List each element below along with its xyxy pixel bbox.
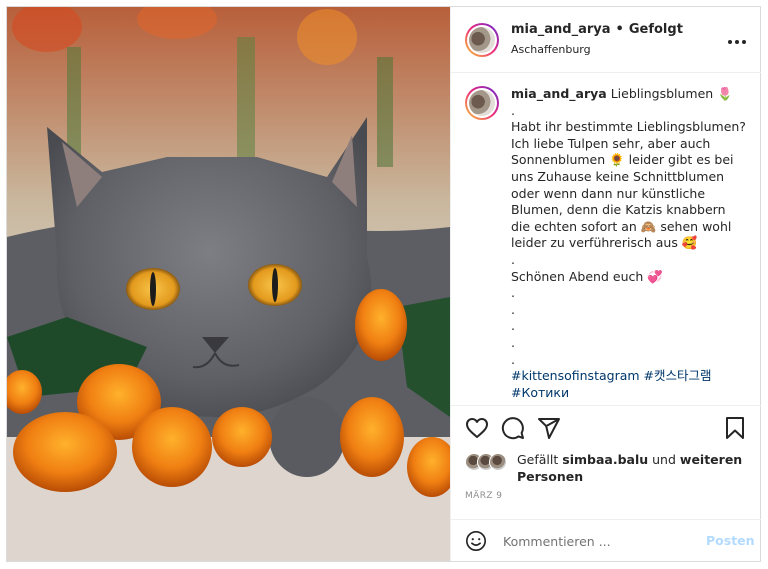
- separator-dot: •: [615, 22, 624, 37]
- hashtag-line: #Котики: [511, 385, 747, 402]
- instagram-post: mia_and_arya • Gefolgt Aschaffenburg mia_a…: [6, 6, 761, 562]
- comment-bar: Posten: [451, 519, 761, 561]
- heart-icon[interactable]: [465, 416, 491, 442]
- more-options-icon[interactable]: [727, 30, 747, 49]
- caption-line: .: [511, 301, 515, 317]
- speech-bubble-icon[interactable]: [501, 416, 527, 442]
- likes-text: Gefällt simbaa.balu und weiteren Persone…: [517, 452, 743, 484]
- post-header: mia_and_arya • Gefolgt Aschaffenburg: [451, 7, 761, 73]
- liker-username-link[interactable]: simbaa.balu: [562, 452, 648, 467]
- caption-line: .: [511, 251, 515, 267]
- cat-with-tulips-photo: [7, 7, 450, 561]
- post-image[interactable]: [7, 7, 450, 561]
- comment-input[interactable]: [503, 530, 683, 552]
- caption-line: .: [511, 285, 515, 301]
- post-comment-button[interactable]: Posten: [706, 533, 755, 548]
- hashtag-line: #kittensofinstagram #캣스타그램: [511, 368, 747, 385]
- hashtag-link[interactable]: #Котики: [511, 385, 569, 400]
- post-sidebar: mia_and_arya • Gefolgt Aschaffenburg mia_a…: [450, 7, 761, 561]
- post-header-user: mia_and_arya • Gefolgt: [511, 22, 683, 37]
- caption-line: Schönen Abend euch 💞: [511, 268, 663, 284]
- hashtag-link[interactable]: #kittensofinstagram: [511, 368, 640, 383]
- caption-line: .: [511, 351, 515, 367]
- caption-line: mia_and_arya Lieblingsblumen 🌷: [511, 86, 733, 101]
- liker-avatars[interactable]: [465, 453, 513, 471]
- caption-line: .: [511, 334, 515, 350]
- smiley-icon[interactable]: [465, 530, 487, 552]
- caption-section: mia_and_arya Lieblingsblumen 🌷 . Habt ih…: [451, 73, 761, 405]
- caption-line: Habt ihr bestimmte Lieblingsblumen? Ich …: [511, 119, 746, 251]
- caption-line: .: [511, 102, 515, 118]
- post-date[interactable]: MÄRZ 9: [465, 491, 502, 501]
- location-link[interactable]: Aschaffenburg: [511, 43, 591, 56]
- author-username-link[interactable]: mia_and_arya: [511, 22, 611, 37]
- caption-author-avatar[interactable]: [465, 86, 499, 120]
- caption-username-link[interactable]: mia_and_arya: [511, 86, 607, 101]
- hashtag-link[interactable]: #캣스타그램: [644, 368, 712, 383]
- liker-avatar: [489, 453, 507, 471]
- paper-plane-icon[interactable]: [537, 416, 563, 442]
- follow-status-button[interactable]: Gefolgt: [629, 22, 683, 37]
- caption-line: .: [511, 318, 515, 334]
- author-avatar[interactable]: [465, 23, 499, 57]
- caption-text: mia_and_arya Lieblingsblumen 🌷 . Habt ih…: [511, 86, 747, 401]
- action-bar: Gefällt simbaa.balu und weiteren Persone…: [451, 405, 761, 519]
- bookmark-icon[interactable]: [723, 416, 749, 442]
